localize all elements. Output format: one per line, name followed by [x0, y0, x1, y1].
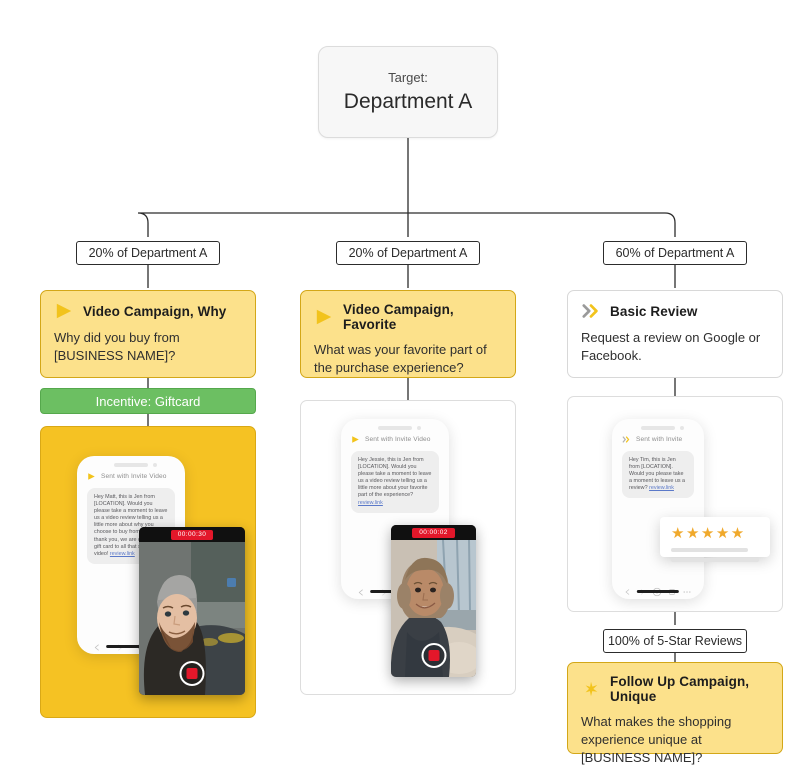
sent-with-label: Sent with Invite — [636, 436, 683, 443]
phone-notch — [114, 463, 157, 467]
card-basic-review[interactable]: Basic Review Request a review on Google … — [567, 290, 783, 378]
card-body: What was your favorite part of the purch… — [314, 342, 487, 375]
card-header: Follow Up Campaign, Unique — [581, 674, 769, 704]
card-header: Video Campaign, Favorite — [314, 302, 502, 332]
recording-timer-bar: 00:00:02 — [391, 525, 476, 540]
card-title: Video Campaign, Why — [83, 303, 227, 319]
recording-timer-bar: 00:00:30 — [139, 527, 245, 542]
recording-preview-favorite: 00:00:02 — [391, 525, 476, 677]
record-button[interactable] — [179, 661, 205, 686]
recording-timer: 00:00:30 — [170, 529, 214, 540]
star-rating: ★★★★★ — [671, 525, 746, 542]
phone-mockup-review: Sent with Invite Hey Tim, this is Jen fr… — [612, 419, 704, 599]
back-arrow-icon[interactable] — [357, 588, 366, 597]
recording-timer: 00:00:02 — [412, 527, 455, 538]
record-button[interactable] — [421, 643, 446, 668]
sent-with-label: Sent with Invite Video — [101, 473, 167, 480]
branch-label-left[interactable]: 20% of Department A — [76, 241, 220, 265]
target-node[interactable]: Target: Department A — [318, 46, 498, 138]
target-label: Target: — [388, 69, 428, 85]
more-options-icon[interactable] — [682, 587, 692, 597]
branch-label-followup[interactable]: 100% of 5-Star Reviews — [603, 629, 747, 653]
phone-notch — [641, 426, 684, 430]
phone-notch — [378, 426, 421, 430]
sent-with-row: Sent with Invite — [612, 435, 704, 444]
double-chevron-icon — [622, 436, 630, 443]
card-body: What makes the shopping experience uniqu… — [581, 714, 732, 765]
flowchart-canvas: Target: Department A 20% of Department A… — [0, 0, 800, 768]
preview-panel-favorite: Sent with Invite Video Hey Jessie, this … — [300, 400, 516, 695]
recording-preview-why: 00:00:30 — [139, 527, 245, 695]
star-review-popup: ★★★★★ — [660, 517, 770, 562]
card-title: Follow Up Campaign, Unique — [610, 674, 750, 704]
play-triangle-icon — [88, 473, 95, 480]
review-text-placeholder-line — [671, 548, 749, 552]
branch-label-middle[interactable]: 20% of Department A — [336, 241, 480, 265]
card-title: Video Campaign, Favorite — [343, 302, 454, 332]
card-title: Basic Review — [610, 303, 698, 319]
incentive-badge[interactable]: Incentive: Giftcard — [40, 388, 256, 414]
sent-with-row: Sent with Invite Video — [77, 472, 185, 481]
card-header: Video Campaign, Why — [54, 302, 242, 320]
target-title: Department A — [343, 89, 473, 113]
sent-with-row: Sent with Invite Video — [341, 435, 449, 444]
message-bubble: Hey Tim, this is Jen from [LOCATION]. Wo… — [622, 451, 694, 499]
double-chevron-icon — [581, 302, 601, 320]
card-body: Why did you buy from [BUSINESS NAME]? — [54, 330, 180, 363]
card-video-campaign-why[interactable]: Video Campaign, Why Why did you buy from… — [40, 290, 256, 378]
card-video-campaign-favorite[interactable]: Video Campaign, Favorite What was your f… — [300, 290, 516, 378]
play-triangle-icon — [352, 436, 359, 443]
message-text: Hey Jessie, this is Jen from [LOCATION].… — [358, 457, 432, 499]
phone-home-indicator — [636, 590, 680, 593]
review-link[interactable]: review.link — [110, 551, 135, 557]
card-follow-up-unique[interactable]: Follow Up Campaign, Unique What makes th… — [567, 662, 783, 765]
card-body: Request a review on Google or Facebook. — [581, 330, 761, 363]
back-arrow-icon[interactable] — [93, 643, 102, 652]
play-triangle-icon — [314, 308, 334, 326]
card-header: Basic Review — [581, 302, 769, 320]
back-arrow-icon[interactable] — [624, 588, 632, 596]
branch-label-right[interactable]: 60% of Department A — [603, 241, 747, 265]
play-triangle-icon — [54, 302, 74, 320]
review-link[interactable]: review.link — [358, 500, 383, 506]
review-link[interactable]: review.link — [649, 485, 674, 491]
review-text-placeholder-line — [671, 558, 759, 562]
preview-panel-review: Sent with Invite Hey Tim, this is Jen fr… — [567, 396, 783, 612]
preview-panel-why: Sent with Invite Video Hey Matt, this is… — [40, 426, 256, 718]
sent-with-label: Sent with Invite Video — [365, 436, 431, 443]
message-bubble: Hey Jessie, this is Jen from [LOCATION].… — [351, 451, 439, 513]
spark-icon — [581, 680, 601, 698]
